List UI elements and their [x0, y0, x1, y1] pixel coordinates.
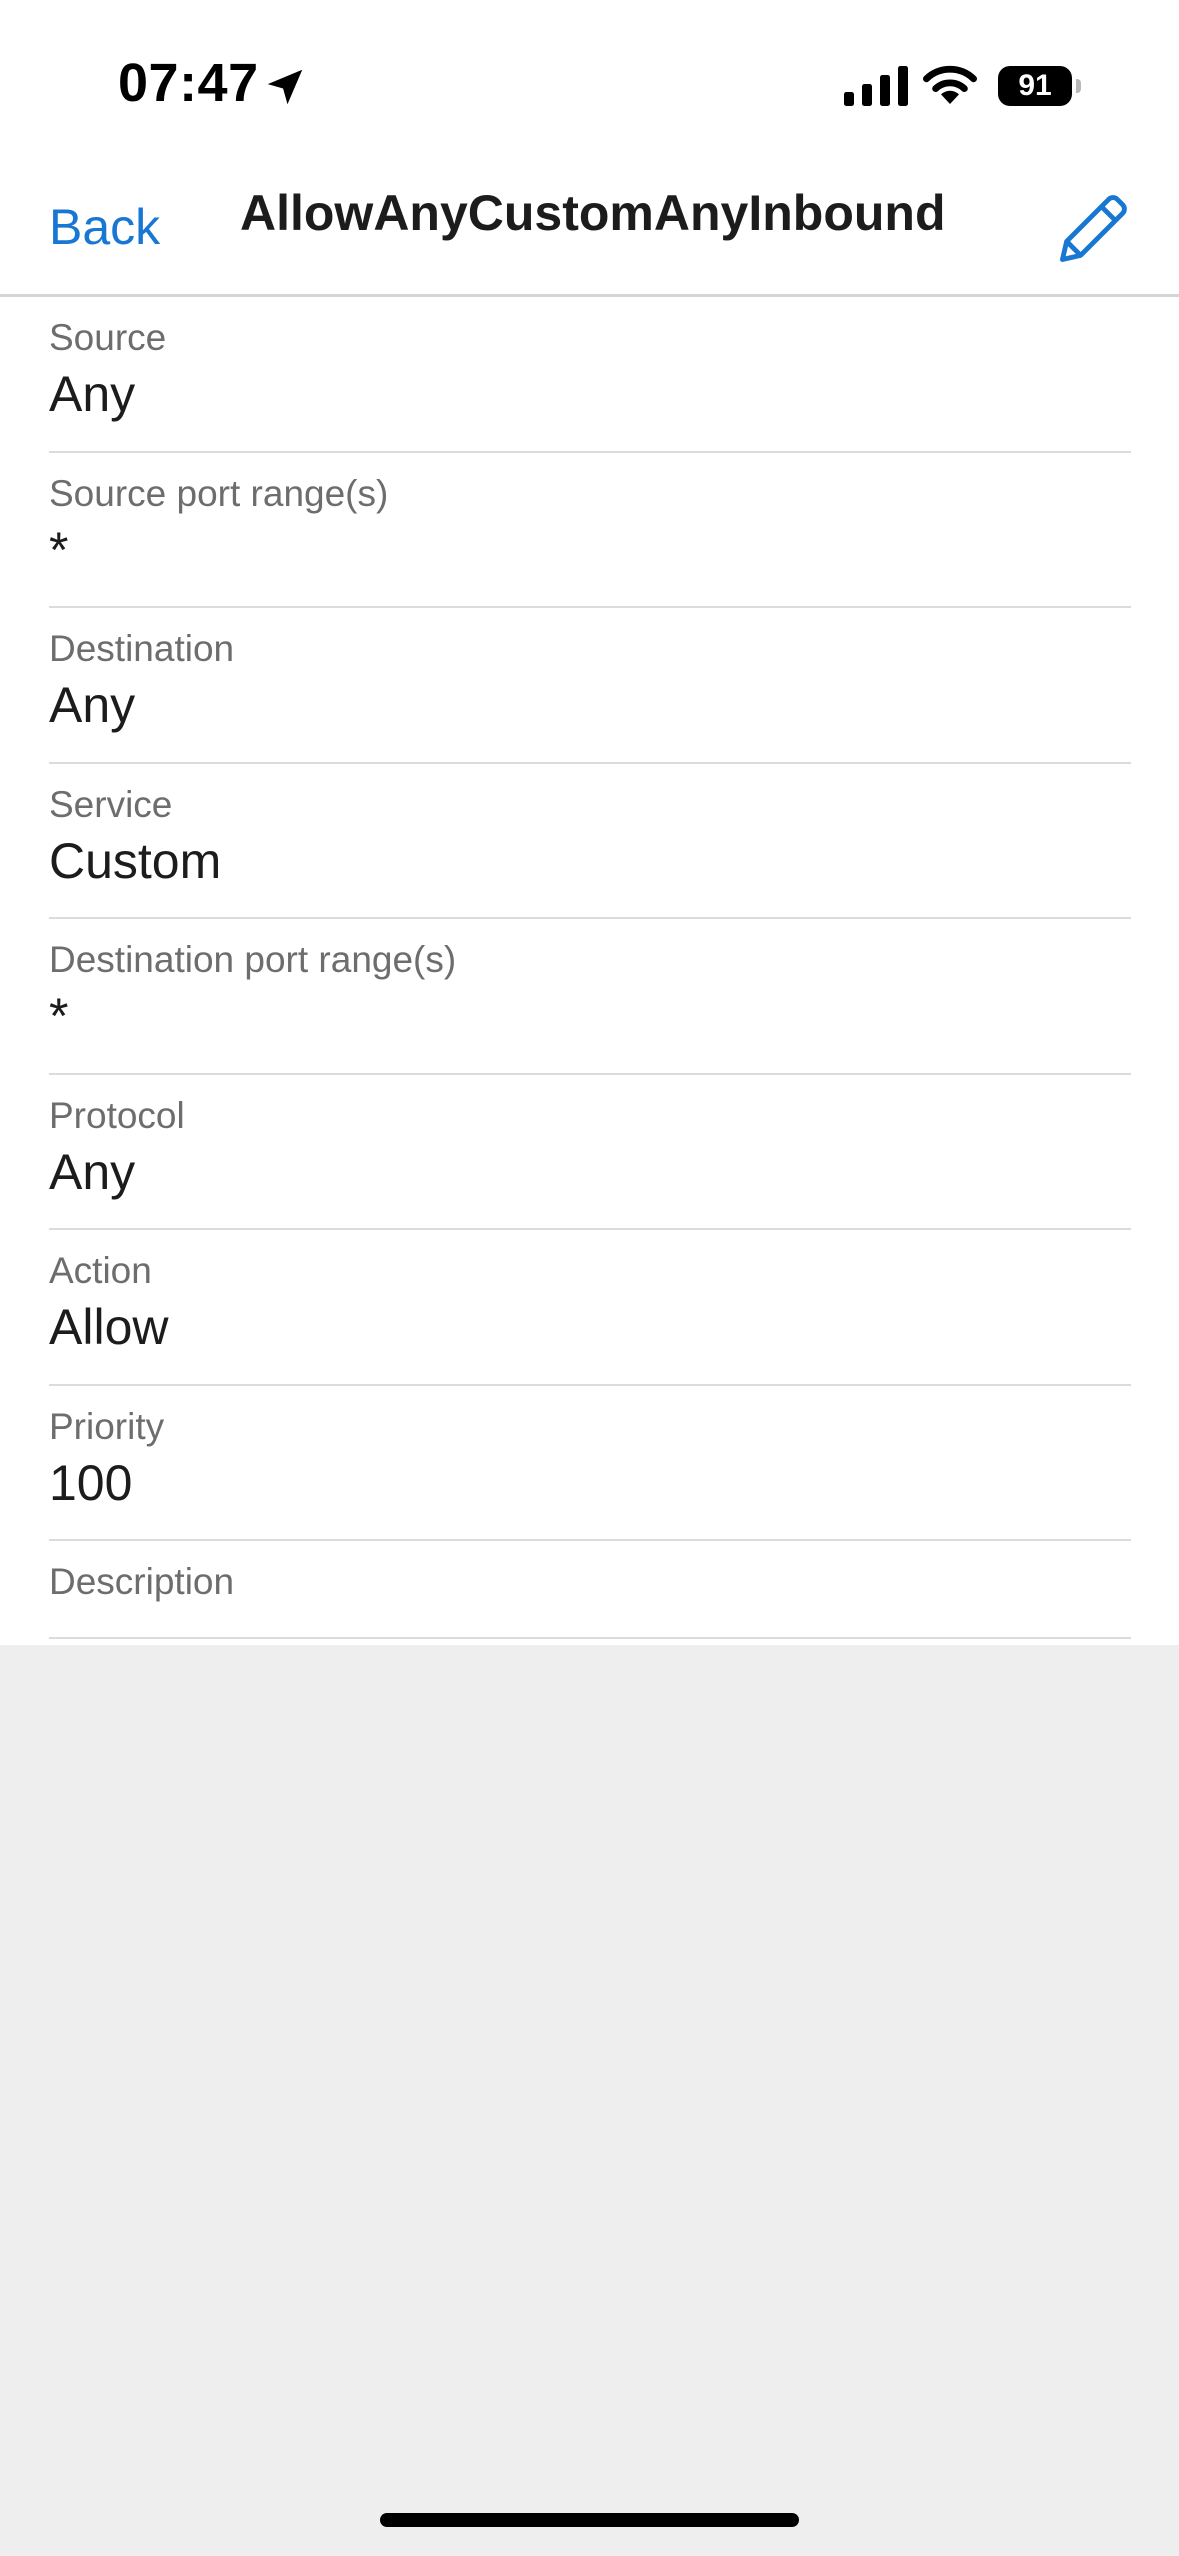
field-label: Action [49, 1250, 152, 1291]
field-value: Custom [49, 832, 222, 889]
status-time: 07:47 [118, 53, 259, 113]
field-value: Any [49, 366, 136, 422]
battery-level: 91 [998, 66, 1072, 106]
field-destination-port-range: Destination port range(s) * [49, 919, 1131, 1075]
field-value: Any [49, 677, 136, 733]
location-arrow-icon [267, 69, 303, 105]
wifi-icon [923, 65, 977, 104]
field-priority: Priority 100 [49, 1386, 1131, 1541]
rule-details-list: Source Any Source port range(s) * Destin… [49, 297, 1131, 1639]
field-source: Source Any [49, 297, 1131, 453]
navigation-bar: Back AllowAnyCustomAnyInbound [0, 170, 1179, 297]
field-value: Any [49, 1143, 136, 1200]
field-value: * [49, 521, 69, 578]
field-action: Action Allow [49, 1230, 1131, 1386]
status-bar: 07:47 91 [0, 0, 1179, 170]
field-label: Destination [49, 628, 235, 669]
field-label: Destination port range(s) [49, 939, 457, 980]
field-source-port-range: Source port range(s) * [49, 453, 1131, 608]
field-label: Source port range(s) [49, 472, 389, 514]
field-label: Source [49, 317, 167, 358]
field-label: Description [49, 1561, 235, 1602]
field-label: Protocol [49, 1094, 185, 1136]
field-protocol: Protocol Any [49, 1075, 1131, 1230]
battery-nub [1076, 79, 1081, 93]
page-title: AllowAnyCustomAnyInbound [240, 185, 946, 241]
battery-icon: 91 [998, 66, 1081, 106]
back-button[interactable]: Back [49, 198, 160, 256]
field-destination: Destination Any [49, 608, 1131, 764]
field-value: * [49, 988, 69, 1044]
field-description: Description [49, 1541, 1131, 1639]
field-label: Service [49, 783, 173, 825]
field-value: 100 [49, 1454, 133, 1511]
field-value: Allow [49, 1299, 169, 1355]
cellular-signal-icon [844, 66, 908, 106]
field-label: Priority [49, 1405, 165, 1447]
home-indicator[interactable] [380, 2513, 799, 2527]
field-service: Service Custom [49, 764, 1131, 919]
pencil-icon[interactable] [1054, 190, 1132, 268]
